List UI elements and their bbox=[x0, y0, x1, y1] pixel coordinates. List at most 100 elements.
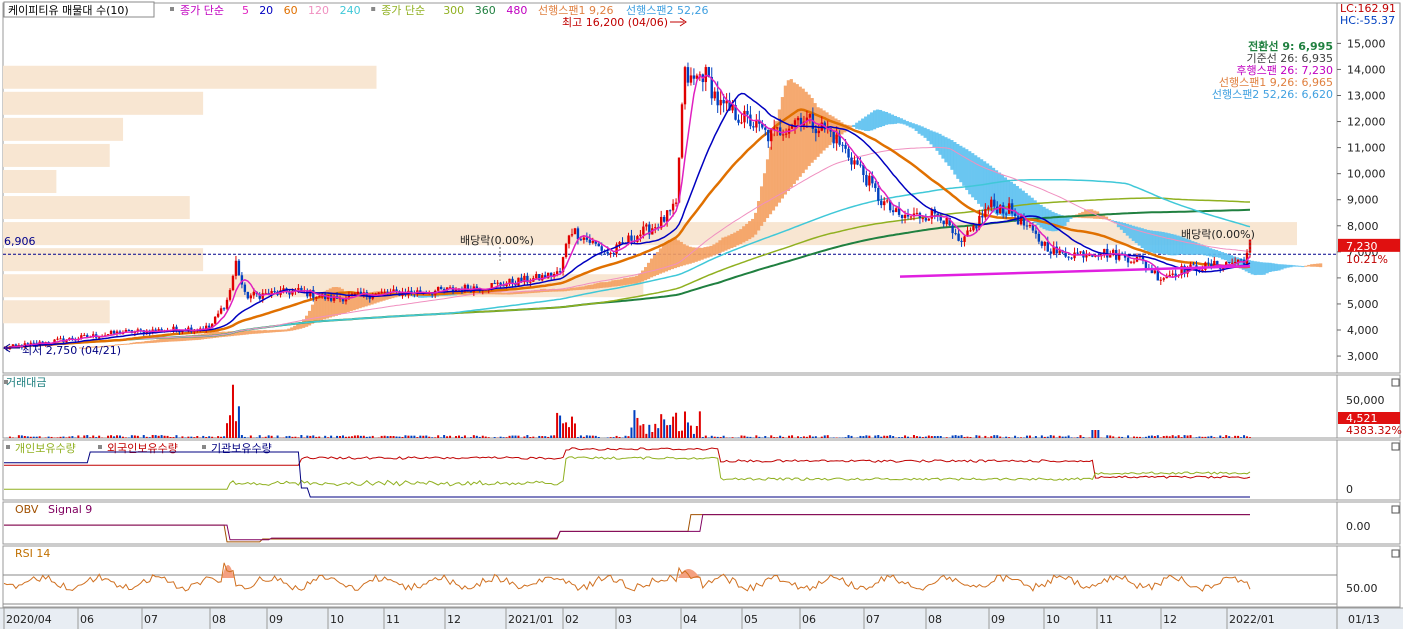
cloud-segment bbox=[929, 130, 933, 145]
panel-close-button[interactable] bbox=[1391, 378, 1400, 387]
candle-body bbox=[752, 126, 755, 128]
candle-body bbox=[576, 228, 580, 240]
candle-body bbox=[868, 175, 871, 186]
cloud-segment bbox=[587, 284, 591, 290]
volume-bar bbox=[487, 437, 490, 438]
candle-body bbox=[573, 228, 577, 235]
candle-body bbox=[83, 335, 86, 337]
volume-bar bbox=[1147, 435, 1150, 438]
volume-bar bbox=[190, 436, 193, 438]
volume-bar bbox=[434, 437, 437, 438]
cloud-segment bbox=[920, 126, 924, 136]
low-annotation: 최저 2,750 (04/21) bbox=[22, 344, 121, 357]
candle-body bbox=[1239, 259, 1243, 261]
volume-bar bbox=[660, 414, 663, 438]
volume-bar bbox=[1127, 435, 1130, 438]
volume-bar bbox=[939, 435, 942, 438]
volume-bar bbox=[226, 423, 229, 438]
xaxis-label: 10 bbox=[1046, 613, 1060, 626]
holdings-title: 개인보유수량 bbox=[15, 442, 76, 455]
volume-bar bbox=[918, 436, 921, 438]
cloud-segment bbox=[635, 275, 639, 284]
cloud-segment bbox=[855, 122, 859, 129]
volume-bar bbox=[1225, 435, 1228, 438]
candle-body bbox=[97, 337, 101, 339]
volume-bar bbox=[455, 436, 458, 438]
candle-body bbox=[704, 67, 708, 83]
cloud-segment bbox=[1292, 265, 1296, 267]
volume-bar bbox=[407, 435, 410, 438]
volume-bar bbox=[553, 435, 556, 438]
volume-bar bbox=[544, 436, 547, 438]
candle-body bbox=[237, 260, 241, 276]
ma-legend-label: 종가 단순 bbox=[180, 4, 224, 17]
volume-bar bbox=[502, 437, 505, 438]
volume-bar bbox=[1112, 436, 1115, 438]
candle-body bbox=[1085, 255, 1088, 258]
cloud-segment bbox=[1217, 251, 1222, 258]
volume-bar bbox=[672, 416, 675, 438]
volume-bar bbox=[526, 435, 529, 438]
volume-bar bbox=[1213, 437, 1216, 438]
volume-bar bbox=[121, 436, 124, 438]
candle-body bbox=[972, 225, 975, 231]
xaxis-label: 05 bbox=[744, 613, 758, 626]
panel-close-button[interactable] bbox=[1391, 549, 1400, 558]
holdings-title: 외국인보유수량 bbox=[107, 442, 178, 455]
ytick-label: 13,000 bbox=[1347, 90, 1386, 103]
candle-body bbox=[990, 199, 993, 208]
volume-bar bbox=[416, 437, 419, 438]
xaxis-label: 10 bbox=[330, 613, 344, 626]
volume-bar bbox=[698, 411, 701, 438]
volume-bar bbox=[1049, 435, 1052, 438]
candle-body bbox=[665, 210, 669, 222]
volume-bar bbox=[1177, 435, 1180, 438]
volume-bar bbox=[92, 435, 95, 438]
candle-body bbox=[680, 104, 684, 158]
cloud-segment bbox=[861, 118, 865, 131]
volume-bar bbox=[300, 435, 303, 438]
cloud-segment bbox=[974, 155, 978, 201]
panel-close-button[interactable] bbox=[1391, 505, 1400, 514]
volume-bar bbox=[309, 435, 312, 438]
volume-bar bbox=[832, 437, 835, 438]
candle-body bbox=[767, 129, 770, 142]
volume-bar bbox=[823, 435, 826, 438]
panel-close-button[interactable] bbox=[1391, 442, 1400, 451]
stock-chart[interactable]: 2020/04 06 07 08 09 10 11 12 2021/01 02 03 04 05 06 07… bbox=[0, 0, 1403, 629]
candle-body bbox=[1037, 233, 1041, 242]
volume-bar bbox=[648, 424, 651, 438]
ma-period-label: 240 bbox=[340, 4, 361, 17]
volume-bar bbox=[1028, 435, 1031, 438]
cloud-segment bbox=[138, 341, 142, 344]
volume-bar bbox=[1153, 436, 1156, 438]
xaxis-label: 11 bbox=[1099, 613, 1113, 626]
candle-body bbox=[936, 213, 939, 216]
volume-bar bbox=[862, 436, 865, 438]
cloud-segment bbox=[1090, 209, 1094, 219]
cloud-segment bbox=[1030, 197, 1034, 222]
volume-bar bbox=[963, 436, 966, 438]
volume-bar bbox=[716, 436, 719, 438]
volume-bar bbox=[380, 435, 383, 438]
volume-bar bbox=[1210, 435, 1213, 438]
volume-bar bbox=[478, 436, 481, 438]
volume-bar bbox=[371, 435, 374, 438]
cloud-segment bbox=[1119, 222, 1124, 230]
candle-body bbox=[246, 291, 250, 299]
volume-bar bbox=[954, 435, 957, 438]
cloud-segment bbox=[1185, 238, 1189, 255]
volume-bar bbox=[683, 411, 686, 438]
cloud-segment bbox=[748, 221, 752, 240]
volume-bar bbox=[915, 436, 918, 438]
cloud-segment bbox=[712, 244, 716, 256]
volume-bar bbox=[83, 435, 86, 438]
cloud-segment bbox=[123, 343, 127, 345]
candle-body bbox=[1132, 261, 1136, 263]
volume-bar bbox=[297, 437, 300, 438]
volume-bar bbox=[350, 436, 353, 438]
volume-bullet bbox=[4, 380, 8, 384]
ma-legend-label2: 종가 단순 bbox=[381, 4, 425, 17]
volume-bar bbox=[398, 436, 401, 438]
volume-bar bbox=[8, 436, 11, 438]
